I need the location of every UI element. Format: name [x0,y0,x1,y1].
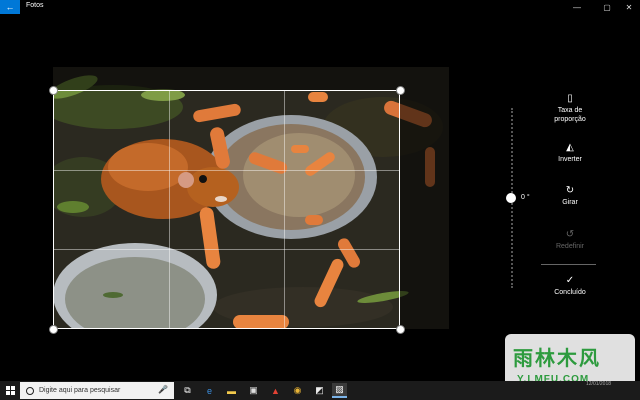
windows-logo-icon [5,386,15,395]
store-icon[interactable]: ▣ [246,383,261,398]
sticky-notes-icon[interactable]: ◩ [312,383,327,398]
crop-shade-right [400,90,449,329]
minimize-icon: — [573,2,581,12]
rotation-value: 0 ° [521,194,530,201]
minimize-button[interactable]: — [566,0,588,14]
microphone-icon[interactable]: 🎤 [158,385,168,394]
flip-label: Inverter [558,156,582,163]
taskbar: Digite aqui para pesquisar 🎤 ⧉ e ▬ ▣ ▲ ◉… [0,381,640,400]
file-explorer-icon[interactable]: ▬ [224,383,239,398]
watermark-brand: 雨林木风 [513,346,601,370]
task-view-icon[interactable]: ⧉ [180,383,195,398]
maximize-button[interactable]: ▢ [596,0,618,14]
start-button[interactable] [3,381,17,400]
rotate-label: Girar [562,199,578,206]
back-button[interactable]: ← [0,0,20,14]
reset-icon: ↺ [565,229,575,240]
aspect-ratio-label-1: Taxa de [557,107,583,114]
crop-grid-line [54,248,399,250]
crop-handle-top-left[interactable] [49,86,58,95]
taskbar-search-box[interactable]: Digite aqui para pesquisar 🎤 [20,382,174,399]
rotation-slider-knob[interactable] [506,193,516,203]
crop-grid-line [54,169,399,171]
aspect-ratio-button[interactable]: ▯ Taxa de proporção [540,92,600,124]
flip-button[interactable]: ◭ Inverter [540,141,600,164]
flip-icon: ◭ [566,142,574,153]
rotate-button[interactable]: ↻ Girar [540,184,600,207]
aspect-ratio-icon: ▯ [567,93,573,104]
close-button[interactable]: ✕ [618,0,640,14]
maximize-icon: ▢ [603,2,611,12]
done-label: Concluído [554,289,586,296]
crop-handle-bottom-left[interactable] [49,325,58,334]
cortana-icon [26,386,34,395]
checkmark-icon: ✓ [565,275,575,286]
edge-icon[interactable]: e [202,383,217,398]
acrobat-icon[interactable]: ▲ [268,383,283,398]
close-icon: ✕ [625,2,633,12]
crop-handle-bottom-right[interactable] [396,325,405,334]
back-arrow-icon: ← [5,2,15,12]
tools-divider [541,264,596,265]
taskbar-clock: 12/01/2018 [586,381,612,387]
reset-label: Redefinir [555,243,584,250]
search-placeholder: Digite aqui para pesquisar [39,387,121,394]
photos-icon[interactable]: ▨ [332,383,347,398]
aspect-ratio-label-2: proporção [554,116,586,123]
crop-handle-top-right[interactable] [396,86,405,95]
chrome-icon[interactable]: ◉ [290,383,305,398]
crop-shade-top [53,67,449,90]
crop-grid-line [283,91,285,328]
crop-frame[interactable] [53,90,400,329]
reset-button[interactable]: ↺ Redefinir [540,228,600,251]
title-bar: ← Fotos — ▢ ✕ [0,0,640,14]
crop-grid-line [168,91,170,328]
rotate-icon: ↻ [565,185,575,196]
done-button[interactable]: ✓ Concluído [540,274,600,297]
app-title: Fotos [26,2,44,9]
